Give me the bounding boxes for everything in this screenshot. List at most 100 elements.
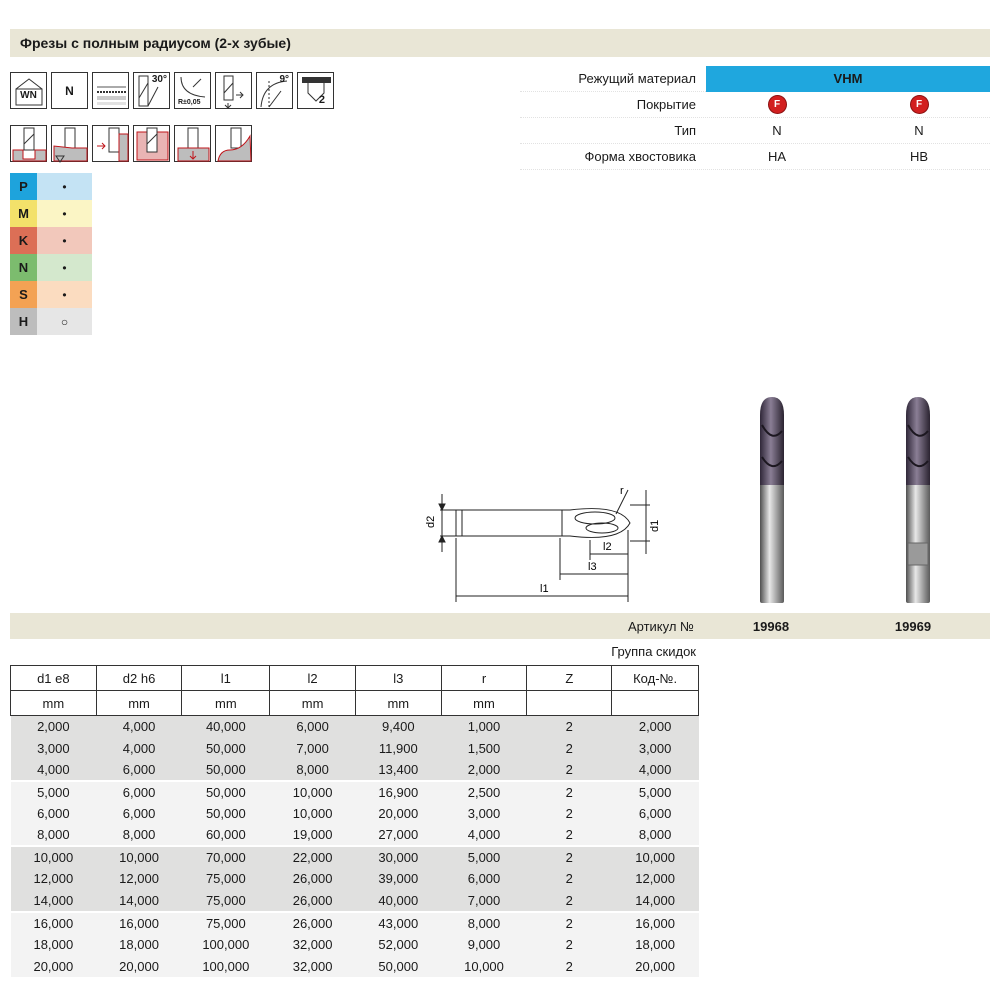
- material-row-h: H ○: [10, 308, 92, 335]
- coating-badge: F: [768, 96, 786, 113]
- table-cell: 14,000: [611, 889, 699, 912]
- type-label: Тип: [674, 123, 696, 138]
- table-cell: 2: [526, 955, 612, 978]
- type-value: N: [772, 123, 782, 138]
- table-row: 16,000 16,000 75,000 26,000 43,000 8,000 2 16,0…: [10, 910, 699, 934]
- side-milling-icon: [92, 125, 129, 162]
- table-cell: 2,000: [10, 715, 97, 738]
- table-cell: 7,000: [269, 737, 356, 760]
- column-header: l2: [269, 665, 356, 691]
- table-cell: 8,000: [441, 910, 527, 934]
- material-row-m: M •: [10, 200, 92, 227]
- table-cell: 26,000: [269, 889, 356, 912]
- unit-cell: [526, 690, 613, 716]
- table-cell: 16,900: [355, 779, 442, 803]
- table-cell: 2: [526, 889, 612, 912]
- table-cell: 52,000: [355, 933, 442, 956]
- table-cell: 26,000: [269, 910, 356, 934]
- table-header-row: d1 e8 d2 h6 l1 l2 l3 r Z Код-№.: [10, 665, 699, 691]
- table-cell: 2: [526, 824, 612, 847]
- table-cell: 11,900: [355, 737, 442, 760]
- feature-icons-row: WN N 30° R±0,05 9° 2: [10, 72, 334, 109]
- d2-label: d2: [425, 516, 437, 528]
- type-row: Тип N N: [520, 118, 990, 144]
- table-row: 20,000 20,000 100,000 32,000 50,000 10,000 2 20…: [10, 955, 699, 978]
- table-cell: 12,000: [611, 868, 699, 890]
- shank-label: Форма хвостовика: [584, 149, 696, 164]
- table-cell: 1,000: [441, 715, 527, 738]
- article-label: Артикул №: [627, 618, 694, 634]
- page-title: Фрезы с полным радиусом (2-х зубые): [10, 29, 990, 57]
- table-cell: 9,000: [441, 933, 527, 956]
- wn-norm-icon: WN: [10, 72, 47, 109]
- table-cell: 3,000: [10, 737, 97, 760]
- discount-group-label: Группа скидок: [611, 644, 696, 659]
- pocket-milling-icon: [133, 125, 170, 162]
- table-row: 2,000 4,000 40,000 6,000 9,400 1,000 2 2,000: [10, 715, 699, 738]
- table-cell: 20,000: [96, 955, 182, 978]
- column-header: l3: [354, 665, 442, 691]
- clearance-9-icon: 9°: [256, 72, 293, 109]
- table-cell: 75,000: [181, 889, 270, 912]
- drilling-icon: [174, 125, 211, 162]
- table-cell: 50,000: [181, 802, 270, 825]
- table-cell: 7,000: [441, 889, 527, 912]
- material-row-p: P •: [10, 173, 92, 200]
- copy-milling-icon: [215, 125, 252, 162]
- material-value: •: [37, 254, 92, 281]
- table-cell: 2,500: [441, 779, 527, 803]
- unit-cell: mm: [269, 690, 356, 716]
- radius-tolerance-icon: R±0,05: [174, 72, 211, 109]
- table-cell: 50,000: [181, 759, 270, 781]
- column-header: Код-№.: [611, 665, 699, 691]
- tool-image-ha: [760, 397, 784, 603]
- material-value: ○: [37, 308, 92, 335]
- unit-cell: mm: [440, 690, 528, 716]
- material-value: •: [37, 281, 92, 308]
- type-value: N: [914, 123, 924, 138]
- table-cell: 100,000: [181, 933, 270, 956]
- table-cell: 19,000: [269, 824, 356, 847]
- table-cell: 14,000: [10, 889, 97, 912]
- table-cell: 2: [526, 868, 612, 890]
- unit-cell: mm: [95, 690, 183, 716]
- type-n-icon: N: [51, 72, 88, 109]
- table-cell: 2,000: [611, 715, 699, 738]
- table-cell: 3,000: [611, 737, 699, 760]
- table-cell: 6,000: [96, 779, 182, 803]
- table-cell: 4,000: [96, 737, 182, 760]
- table-row: 8,000 8,000 60,000 19,000 27,000 4,000 2 8,000: [10, 824, 699, 847]
- table-cell: 26,000: [269, 868, 356, 890]
- table-row: 10,000 10,000 70,000 22,000 30,000 5,000 2 10,0…: [10, 845, 699, 869]
- table-cell: 4,000: [611, 759, 699, 781]
- table-cell: 12,000: [10, 868, 97, 890]
- table-cell: 18,000: [611, 933, 699, 956]
- table-cell: 18,000: [10, 933, 97, 956]
- helix-30-icon: 30°: [133, 72, 170, 109]
- coating-label: Покрытие: [636, 97, 696, 112]
- tool-dimension-drawing: d2 d1 r l2 l3 l1: [425, 485, 661, 602]
- article-bar: Артикул № 19968 19969: [10, 613, 990, 639]
- table-row: 12,000 12,000 75,000 26,000 39,000 6,000 2 12,0…: [10, 868, 699, 890]
- column-header: d1 e8: [10, 665, 97, 691]
- r-label: r: [620, 485, 624, 497]
- table-row: 5,000 6,000 50,000 10,000 16,900 2,500 2 5,000: [10, 779, 699, 803]
- table-cell: 75,000: [181, 868, 270, 890]
- cutting-material-row: Режущий материал VHM: [520, 65, 990, 92]
- table-cell: 10,000: [441, 955, 527, 978]
- table-cell: 10,000: [10, 845, 97, 869]
- l3-label: l3: [588, 561, 597, 573]
- table-cell: 2: [526, 933, 612, 956]
- article-code: 19968: [752, 618, 790, 634]
- table-cell: 12,000: [96, 868, 182, 890]
- table-cell: 20,000: [611, 955, 699, 978]
- material-letter: P: [10, 173, 37, 200]
- table-cell: 18,000: [96, 933, 182, 956]
- table-cell: 1,500: [441, 737, 527, 760]
- table-cell: 10,000: [269, 802, 356, 825]
- material-letter: M: [10, 200, 37, 227]
- material-groups-table: P • M • K • N • S • H ○: [10, 173, 92, 335]
- table-cell: 2: [526, 759, 612, 781]
- table-cell: 2: [526, 845, 612, 869]
- column-header: l1: [181, 665, 271, 691]
